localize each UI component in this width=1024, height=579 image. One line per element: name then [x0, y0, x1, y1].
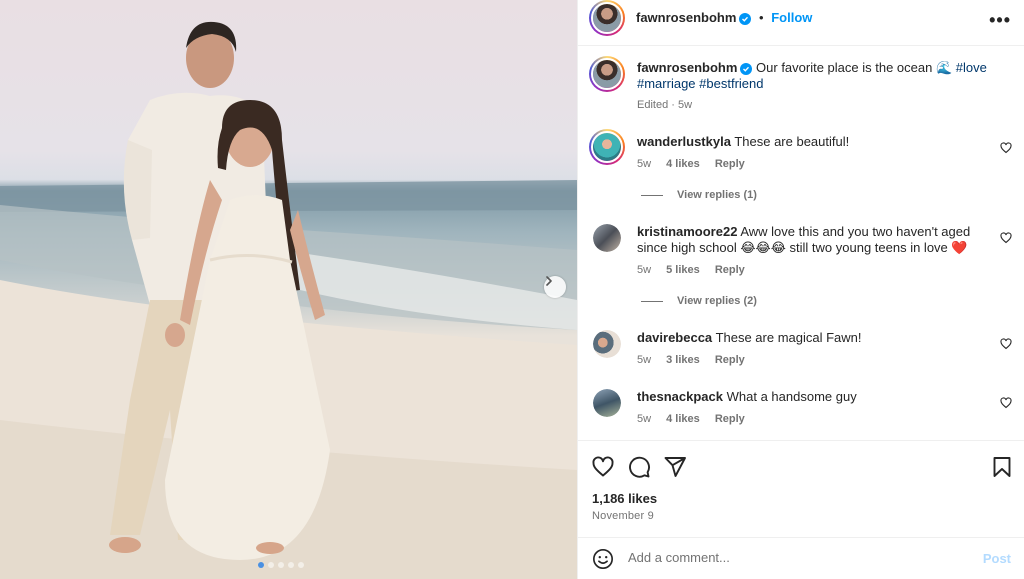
post-photo[interactable]: [0, 0, 577, 579]
comment-composer: Post: [578, 537, 1024, 579]
comment-likes[interactable]: 4 likes: [666, 158, 700, 170]
comment-icon[interactable]: [627, 455, 651, 479]
comment-like-heart-icon[interactable]: [1000, 338, 1012, 350]
comment-item: davirebecca These are magical Fawn!: [637, 330, 997, 346]
post-date: November 9: [592, 510, 654, 522]
caption-text: Our favorite place is the ocean 🌊: [756, 60, 953, 75]
author-avatar[interactable]: [589, 0, 625, 36]
post-header: fawnrosenbohm • Follow •••: [578, 0, 1024, 46]
reply-button[interactable]: Reply: [715, 413, 745, 425]
comment-meta: 5w 3 likes Reply: [637, 354, 757, 366]
comment-text: These are magical Fawn!: [715, 330, 862, 345]
comment-item: thesnackpack What a handsome guy: [637, 389, 997, 405]
carousel-dots: [258, 562, 304, 568]
more-options-icon[interactable]: •••: [989, 10, 1011, 31]
view-replies-button[interactable]: View replies (1): [641, 189, 757, 201]
emoji-icon[interactable]: [592, 548, 614, 570]
caption-author-avatar[interactable]: [589, 56, 625, 92]
comment-likes[interactable]: 4 likes: [666, 413, 700, 425]
share-icon[interactable]: [663, 455, 687, 479]
verified-badge-icon: [740, 63, 753, 75]
comment-meta: 5w 5 likes Reply: [637, 264, 757, 276]
carousel-dot: [258, 562, 264, 568]
beach-couple-photo: [0, 21, 577, 579]
post-caption: fawnrosenbohm Our favorite place is the …: [637, 60, 1007, 113]
comment-input[interactable]: [628, 550, 968, 565]
heart-icon[interactable]: [591, 455, 615, 479]
comment-time: 5w: [637, 158, 652, 170]
comment-meta: 5w 4 likes Reply: [637, 158, 757, 170]
commenter-avatar[interactable]: [589, 129, 625, 165]
view-replies-label: View replies (2): [677, 295, 757, 307]
view-replies-button[interactable]: View replies (2): [641, 295, 757, 307]
comment-time: 5w: [637, 413, 652, 425]
bookmark-icon[interactable]: [990, 455, 1014, 479]
post-side-panel: fawnrosenbohm • Follow ••• fawnrosenbohm…: [577, 0, 1024, 579]
likes-count[interactable]: 1,186 likes: [592, 491, 657, 506]
carousel-dot: [288, 562, 294, 568]
author-username[interactable]: fawnrosenbohm: [636, 10, 736, 25]
post-actions: 1,186 likes November 9: [578, 440, 1024, 540]
carousel-dot: [278, 562, 284, 568]
commenter-avatar[interactable]: [593, 224, 621, 252]
view-replies-label: View replies (1): [677, 189, 757, 201]
carousel-next-button[interactable]: [544, 276, 566, 298]
comment-time: 5w: [637, 354, 652, 366]
hashtag-link[interactable]: #marriage: [637, 76, 696, 91]
chevron-right-icon: [546, 276, 552, 286]
comment-text: These are beautiful!: [734, 134, 850, 149]
caption-username[interactable]: fawnrosenbohm: [637, 60, 737, 75]
comment-likes[interactable]: 5 likes: [666, 264, 700, 276]
comment-like-heart-icon[interactable]: [1000, 232, 1012, 244]
comment-item: kristinamoore22 Aww love this and you tw…: [637, 224, 997, 256]
post-comment-button[interactable]: Post: [983, 551, 1011, 566]
caption-meta: Edited · 5w: [637, 99, 693, 111]
comment-like-heart-icon[interactable]: [1000, 397, 1012, 409]
commenter-avatar[interactable]: [593, 330, 621, 358]
comment-username[interactable]: kristinamoore22: [637, 224, 737, 239]
comment-likes[interactable]: 3 likes: [666, 354, 700, 366]
reply-button[interactable]: Reply: [715, 354, 745, 366]
hashtag-link[interactable]: #bestfriend: [699, 76, 763, 91]
comment-text: What a handsome guy: [726, 389, 857, 404]
reply-button[interactable]: Reply: [715, 264, 745, 276]
comment-username[interactable]: wanderlustkyla: [637, 134, 731, 149]
hashtag-link[interactable]: #love: [956, 60, 987, 75]
comment-username[interactable]: davirebecca: [637, 330, 712, 345]
follow-button[interactable]: Follow: [771, 10, 812, 25]
carousel-dot: [268, 562, 274, 568]
comment-username[interactable]: thesnackpack: [637, 389, 723, 404]
comment-meta: 5w 4 likes Reply: [637, 413, 757, 425]
verified-badge-icon: [739, 13, 752, 25]
comment-time: 5w: [637, 264, 652, 276]
carousel-dot: [298, 562, 304, 568]
commenter-avatar[interactable]: [593, 389, 621, 417]
reply-button[interactable]: Reply: [715, 158, 745, 170]
comment-item: wanderlustkyla These are beautiful!: [637, 134, 997, 150]
comment-like-heart-icon[interactable]: [1000, 142, 1012, 154]
